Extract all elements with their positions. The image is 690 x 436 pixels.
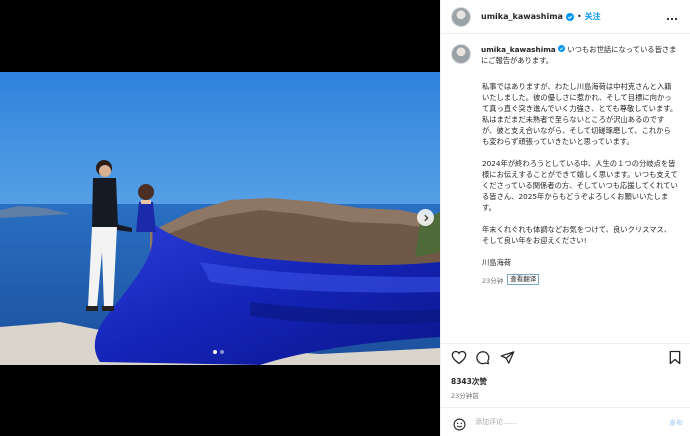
share-icon[interactable] bbox=[500, 350, 515, 369]
avatar[interactable] bbox=[451, 6, 471, 27]
caption-avatar[interactable] bbox=[451, 44, 471, 64]
caption-username[interactable]: umika_kawashima bbox=[481, 45, 556, 54]
caption-header: umika_kawashima いつもお世話になっている皆さまにご報告があります… bbox=[451, 44, 683, 66]
carousel-next-button[interactable] bbox=[417, 209, 434, 226]
caption-body: 私事ではありますが、わたし川島海荷は中村克さんと入籍いたしました。彼の優しさに惹… bbox=[482, 81, 678, 285]
caption-paragraph-2: 2024年が終わろうとしている中、人生の１つの分岐点を皆様にお伝えすることができ… bbox=[482, 159, 678, 212]
bookmark-icon[interactable] bbox=[669, 350, 681, 369]
comment-icon[interactable] bbox=[475, 350, 490, 369]
more-options-icon[interactable] bbox=[666, 10, 678, 29]
post-info-panel: umika_kawashima • 关注 umika_kawashima いつも… bbox=[440, 0, 690, 436]
caption-intro-block: umika_kawashima いつもお世話になっている皆さまにご報告があります… bbox=[481, 44, 681, 66]
carousel-dot bbox=[220, 350, 224, 354]
post-media bbox=[0, 0, 440, 436]
carousel-indicator bbox=[213, 350, 224, 354]
post-header: umika_kawashima • 关注 bbox=[441, 0, 690, 34]
comment-bar: 发布 bbox=[441, 407, 690, 436]
follow-button[interactable]: 关注 bbox=[585, 11, 601, 22]
post-comment-button[interactable]: 发布 bbox=[669, 418, 683, 428]
action-bar bbox=[441, 343, 690, 371]
header-username[interactable]: umika_kawashima bbox=[481, 12, 563, 21]
likes-count[interactable]: 8343次赞 bbox=[451, 376, 487, 387]
verified-badge-icon bbox=[558, 45, 566, 54]
comment-input[interactable] bbox=[475, 415, 655, 429]
caption-meta: 23分钟 查看翻译 bbox=[482, 274, 678, 285]
emoji-icon[interactable] bbox=[453, 416, 466, 435]
caption-paragraph-1: 私事ではありますが、わたし川島海荷は中村克さんと入籍いたしました。彼の優しさに惹… bbox=[482, 82, 678, 146]
separator-dot: • bbox=[576, 12, 582, 21]
posted-time: 23分钟前 bbox=[451, 392, 479, 400]
caption-paragraph-3: 年末くれぐれも体調などお気をつけて、良いクリスマス、そして良い年をお迎えください… bbox=[482, 225, 672, 245]
post-photo bbox=[0, 72, 440, 365]
verified-badge-icon bbox=[565, 12, 574, 21]
caption-signature: 川島海荷 bbox=[482, 258, 512, 267]
carousel-dot-active bbox=[213, 350, 217, 354]
chevron-right-icon bbox=[423, 214, 429, 221]
caption-time: 23分钟 bbox=[482, 276, 504, 285]
translate-button[interactable]: 查看翻译 bbox=[507, 274, 540, 285]
heart-icon[interactable] bbox=[451, 350, 467, 369]
